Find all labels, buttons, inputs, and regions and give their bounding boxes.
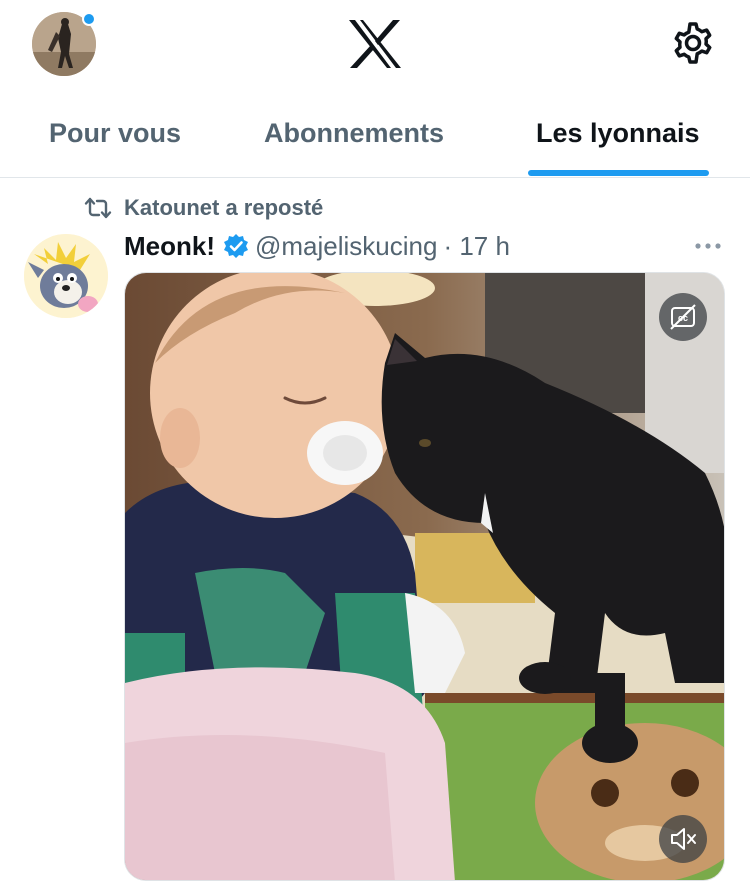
closed-captions-off-icon[interactable]: cc xyxy=(659,293,707,341)
tab-les-lyonnais[interactable]: Les lyonnais xyxy=(536,96,700,178)
repost-context[interactable]: Katounet a reposté xyxy=(84,192,323,224)
tab-abonnements[interactable]: Abonnements xyxy=(264,96,444,178)
author-handle[interactable]: @majeliskucing xyxy=(255,231,437,262)
video-frame xyxy=(125,273,724,880)
verified-badge-icon xyxy=(224,234,248,258)
post-video[interactable]: cc xyxy=(124,272,725,881)
repost-icon xyxy=(84,197,112,219)
notification-dot xyxy=(82,12,96,26)
post-timestamp[interactable]: · 17 h xyxy=(443,231,510,262)
top-bar xyxy=(0,0,750,96)
more-options-icon[interactable] xyxy=(694,232,722,260)
post-header: Meonk! @majeliskucing · 17 h xyxy=(124,226,510,266)
timeline-tabs: Pour vous Abonnements Les lyonnais xyxy=(0,96,750,178)
active-tab-indicator xyxy=(528,170,709,176)
speaker-muted-icon[interactable] xyxy=(659,815,707,863)
gear-icon[interactable] xyxy=(670,20,716,66)
repost-label: Katounet a reposté xyxy=(124,195,324,220)
author-display-name[interactable]: Meonk! xyxy=(124,231,215,262)
tab-pour-vous[interactable]: Pour vous xyxy=(49,96,181,178)
x-logo-icon[interactable] xyxy=(347,18,403,70)
author-avatar[interactable] xyxy=(24,234,108,318)
